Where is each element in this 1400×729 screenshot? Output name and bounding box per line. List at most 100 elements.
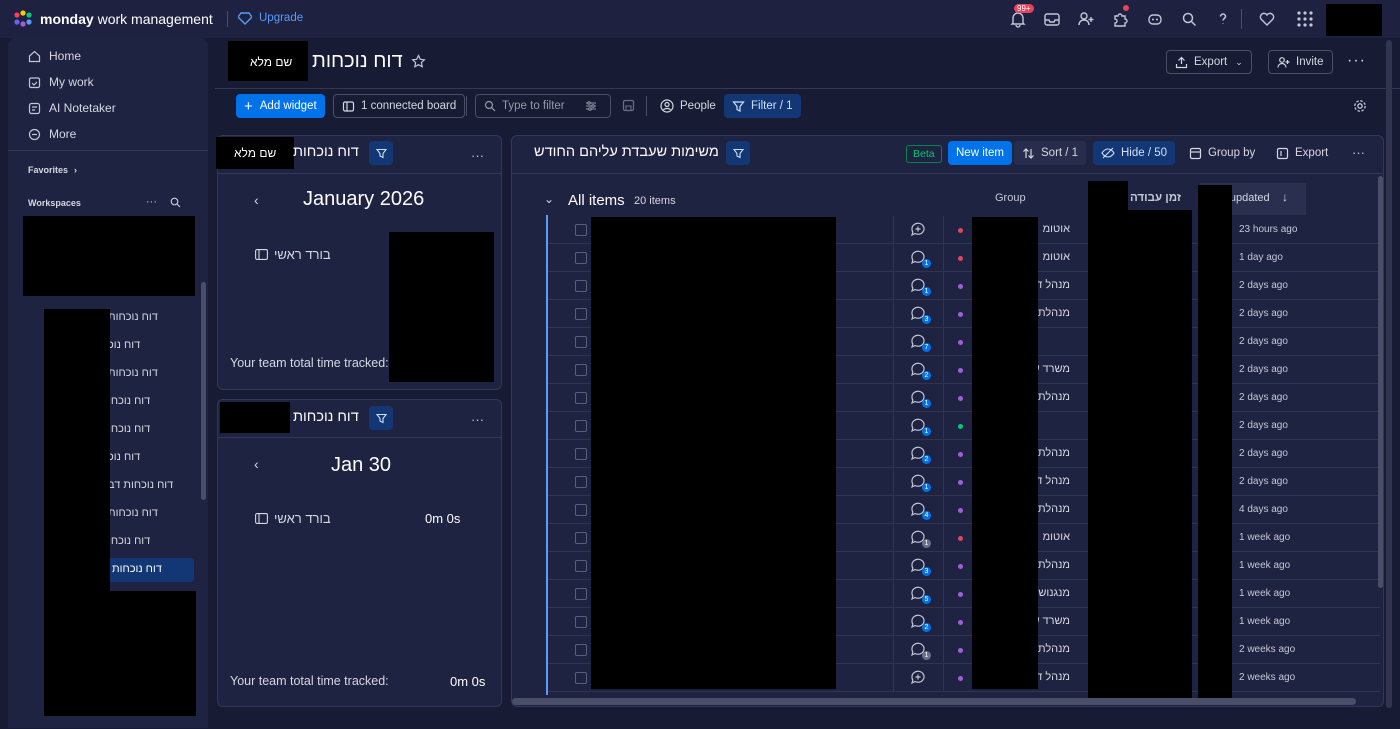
new-item-button[interactable]: New item	[948, 141, 1012, 165]
row-checkbox[interactable]	[575, 420, 587, 432]
upgrade-button[interactable]: Upgrade	[238, 11, 303, 25]
monday-logo[interactable]: monday work management	[12, 9, 213, 29]
sort-down-icon[interactable]: ↓	[1282, 190, 1288, 204]
sidebar-item-more[interactable]: More	[28, 124, 76, 144]
row-checkbox[interactable]	[575, 532, 587, 544]
row-checkbox[interactable]	[575, 560, 587, 572]
sidebar-item-my-work[interactable]: My work	[28, 72, 94, 92]
sidebar-board-item[interactable]: דוח נוכחו	[108, 423, 150, 435]
row-checkbox[interactable]	[575, 616, 587, 628]
sidebar-board-item[interactable]: דוח נוכ	[108, 451, 140, 463]
page-title[interactable]: דוח נוכחות	[312, 50, 403, 73]
row-checkbox[interactable]	[575, 224, 587, 236]
favorites-section[interactable]: Favorites ›	[28, 165, 77, 175]
row-checkbox[interactable]	[575, 392, 587, 404]
invite-button[interactable]: Invite	[1268, 50, 1333, 74]
row-checkbox[interactable]	[575, 252, 587, 264]
updates-icon[interactable]: 3	[910, 558, 931, 576]
ai-assistant-icon[interactable]	[1146, 10, 1164, 28]
sidebar-board-item[interactable]: דוח נוכחות	[108, 507, 158, 519]
updates-icon[interactable]: 2	[910, 614, 931, 632]
sidebar-board-item[interactable]: דוח נוכחו	[108, 535, 150, 547]
more-options-icon[interactable]: ···	[1347, 52, 1366, 70]
row-checkbox[interactable]	[575, 336, 587, 348]
vertical-scrollbar[interactable]	[1378, 176, 1383, 588]
sidebar-item-ai-notetaker[interactable]: AI Notetaker	[28, 98, 116, 118]
connected-board-button[interactable]: 1 connected board	[333, 94, 466, 118]
widget-title[interactable]: דוח נוכחות	[293, 144, 359, 160]
row-checkbox[interactable]	[575, 672, 587, 684]
updates-icon[interactable]: 1	[910, 642, 931, 660]
hide-columns-button[interactable]: Hide / 50	[1093, 141, 1176, 165]
updates-icon[interactable]	[910, 670, 928, 686]
heart-icon[interactable]	[1258, 10, 1276, 28]
widget-filter-button[interactable]	[369, 406, 393, 430]
updates-icon[interactable]: 1	[910, 250, 931, 268]
export-button[interactable]: Export ⌄	[1166, 50, 1252, 74]
updates-icon[interactable]: 1	[910, 418, 931, 436]
search-icon[interactable]	[1180, 10, 1198, 28]
updates-icon[interactable]: 2	[910, 362, 931, 380]
row-checkbox[interactable]	[575, 644, 587, 656]
sidebar-board-item[interactable]: דוח נוכחות	[108, 311, 158, 323]
filter-button[interactable]: Filter / 1	[724, 94, 801, 118]
row-checkbox[interactable]	[575, 280, 587, 292]
updates-icon[interactable]: 1	[910, 474, 931, 492]
more-options-icon[interactable]: ···	[471, 148, 484, 163]
more-options-icon[interactable]: ···	[1352, 145, 1365, 160]
workspace-selector[interactable]	[23, 216, 195, 296]
sidebar-board-item[interactable]: דוח נוכחות	[108, 367, 158, 379]
horizontal-scrollbar[interactable]	[512, 698, 1356, 705]
sidebar-item-home[interactable]: Home	[28, 46, 81, 66]
apps-icon[interactable]	[1111, 5, 1129, 28]
more-options-icon[interactable]: ···	[471, 412, 484, 427]
updates-icon[interactable]: 5	[910, 586, 931, 604]
widget-filter-button[interactable]	[369, 141, 393, 165]
updates-icon[interactable]: 7	[910, 334, 931, 352]
widget-title[interactable]: משימות שעבדת עליהם החודש	[534, 144, 719, 160]
filter-settings-icon[interactable]	[585, 100, 597, 112]
row-checkbox[interactable]	[575, 364, 587, 376]
row-checkbox[interactable]	[575, 504, 587, 516]
star-icon[interactable]	[411, 54, 426, 69]
column-header-time[interactable]: זמן עבודה	[1130, 192, 1181, 204]
row-checkbox[interactable]	[575, 588, 587, 600]
row-checkbox[interactable]	[575, 308, 587, 320]
group-title[interactable]: All items	[568, 192, 625, 209]
row-checkbox[interactable]	[575, 476, 587, 488]
group-by-button[interactable]: Group by	[1181, 141, 1263, 165]
add-widget-button[interactable]: + Add widget	[236, 94, 325, 118]
inbox-icon[interactable]	[1043, 10, 1061, 28]
column-header-group[interactable]: Group	[995, 192, 1026, 204]
row-checkbox[interactable]	[575, 448, 587, 460]
people-filter-button[interactable]: People	[652, 94, 724, 118]
search-icon[interactable]	[170, 197, 181, 208]
sort-button[interactable]: Sort / 1	[1014, 141, 1087, 165]
updates-icon[interactable]: 1	[910, 390, 931, 408]
settings-icon[interactable]	[1353, 99, 1367, 113]
updates-icon[interactable]: 2	[910, 446, 931, 464]
page-scrollbar[interactable]	[1386, 40, 1392, 708]
table-export-button[interactable]: Export	[1268, 141, 1336, 165]
more-options-icon[interactable]: ···	[146, 196, 157, 208]
bell-icon[interactable]: 99+	[1009, 4, 1034, 28]
prev-period-icon[interactable]: ‹	[254, 192, 259, 208]
sidebar-scrollbar[interactable]	[201, 282, 206, 500]
sidebar-board-item[interactable]: דוח נוכחו	[108, 395, 150, 407]
app-grid-icon[interactable]	[1296, 10, 1314, 28]
filter-search-input[interactable]: Type to filter	[475, 94, 611, 118]
prev-period-icon[interactable]: ‹	[254, 456, 259, 472]
updates-icon[interactable]	[910, 222, 928, 238]
widget-filter-button[interactable]	[726, 141, 750, 165]
updates-icon[interactable]: 1	[910, 530, 931, 548]
updates-icon[interactable]: 3	[910, 306, 931, 324]
widget-title[interactable]: דוח נוכחות	[293, 409, 359, 425]
sidebar-board-item[interactable]: דוח נוכחות דב	[108, 479, 173, 491]
avatar[interactable]	[1326, 4, 1382, 36]
save-view-icon[interactable]	[622, 99, 635, 112]
collapse-group-icon[interactable]: ⌄	[544, 192, 554, 206]
updates-icon[interactable]: 4	[910, 502, 931, 520]
updates-icon[interactable]: 1	[910, 278, 931, 296]
sidebar-board-item[interactable]: דוח נוכ	[108, 339, 140, 351]
help-icon[interactable]	[1214, 10, 1232, 28]
